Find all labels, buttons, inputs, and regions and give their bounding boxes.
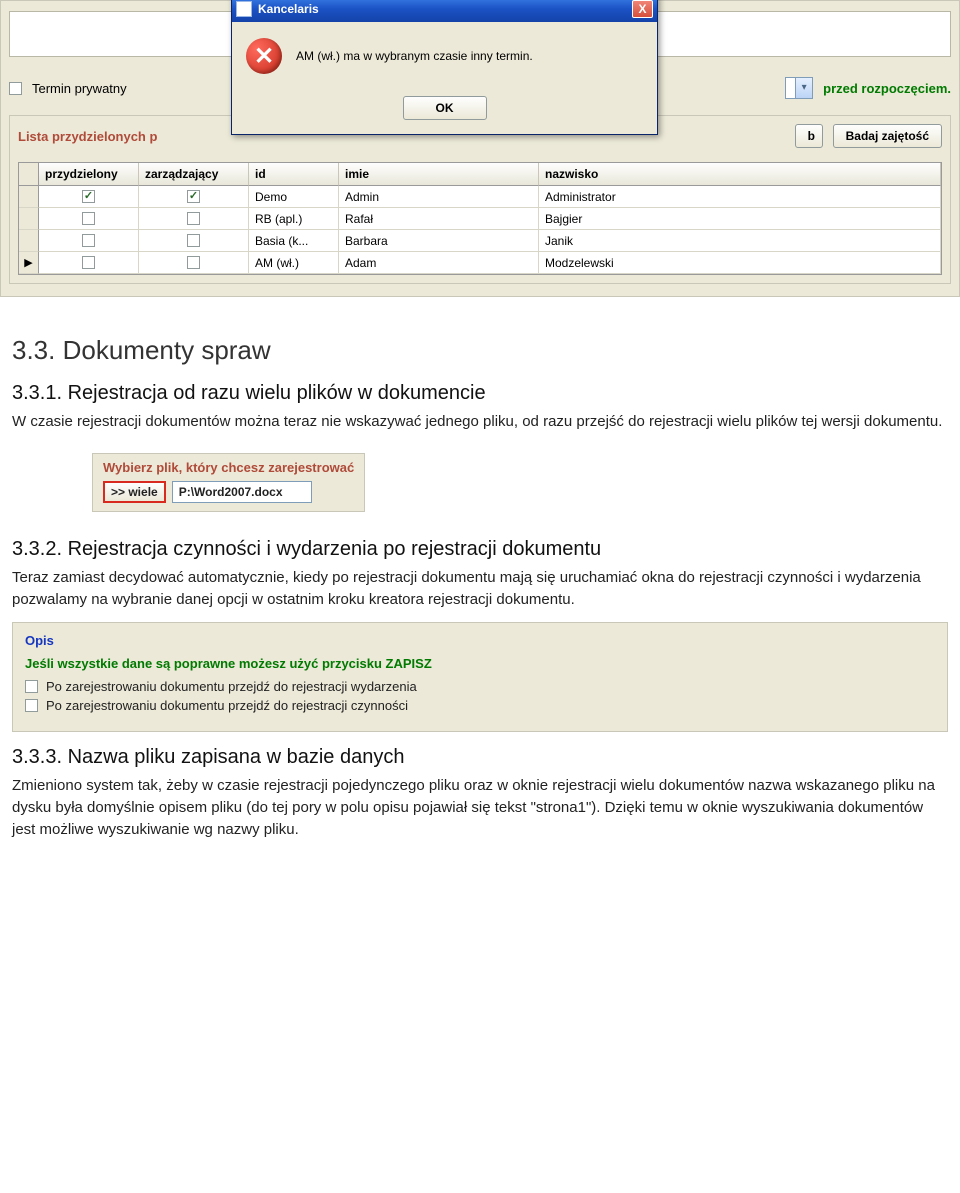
dialog-title: Kancelaris <box>258 2 626 16</box>
heading-3-3-1: 3.3.1. Rejestracja od razu wielu plików … <box>12 382 948 405</box>
przydzielony-checkbox[interactable] <box>82 190 95 203</box>
private-term-label: Termin prywatny <box>32 81 127 96</box>
cell-id: Basia (k... <box>249 230 339 252</box>
para-3-3-2: Teraz zamiast decydować automatycznie, k… <box>12 567 948 611</box>
cell-nazwisko: Bajgier <box>539 208 941 230</box>
check-busy-button[interactable]: Badaj zajętość <box>833 124 942 148</box>
chevron-down-icon: ▾ <box>795 78 812 98</box>
przydzielony-checkbox[interactable] <box>82 234 95 247</box>
after-register-event-checkbox[interactable] <box>25 680 38 693</box>
cell-id: RB (apl.) <box>249 208 339 230</box>
col-zarzadzajacy[interactable]: zarządzający <box>139 163 249 186</box>
app-icon <box>236 1 252 17</box>
para-3-3-3: Zmieniono system tak, żeby w czasie reje… <box>12 775 948 840</box>
cell-nazwisko: Janik <box>539 230 941 252</box>
cell-nazwisko: Administrator <box>539 186 941 208</box>
table-row[interactable]: Basia (k...BarbaraJanik <box>19 230 941 252</box>
col-nazwisko[interactable]: nazwisko <box>539 163 941 186</box>
assigned-list-panel: Lista przydzielonych p b Badaj zajętość … <box>9 115 951 284</box>
col-id[interactable]: id <box>249 163 339 186</box>
row-marker <box>19 208 39 230</box>
row-marker: ▶ <box>19 252 39 274</box>
cell-nazwisko: Modzelewski <box>539 252 941 274</box>
panel-title: Lista przydzielonych p <box>18 129 157 144</box>
reminder-combo[interactable]: ▾ <box>785 77 813 99</box>
error-icon: ✕ <box>246 38 282 74</box>
after-register-event-label: Po zarejestrowaniu dokumentu przejdź do … <box>46 679 417 694</box>
table-row[interactable]: DemoAdminAdministrator <box>19 186 941 208</box>
heading-3-3-2: 3.3.2. Rejestracja czynności i wydarzeni… <box>12 538 948 561</box>
close-icon[interactable]: X <box>632 0 653 18</box>
cell-imie: Rafał <box>339 208 539 230</box>
zarzadzajacy-checkbox[interactable] <box>187 256 200 269</box>
dialog-titlebar[interactable]: Kancelaris X <box>232 0 657 22</box>
przydzielony-checkbox[interactable] <box>82 212 95 225</box>
cell-id: Demo <box>249 186 339 208</box>
ok-button[interactable]: OK <box>403 96 487 120</box>
heading-3-3: 3.3. Dokumenty spraw <box>12 335 948 366</box>
private-term-checkbox[interactable] <box>9 82 22 95</box>
heading-3-3-3: 3.3.3. Nazwa pliku zapisana w bazie dany… <box>12 746 948 769</box>
error-dialog: Kancelaris X ✕ AM (wł.) ma w wybranym cz… <box>231 0 658 135</box>
cell-id: AM (wł.) <box>249 252 339 274</box>
cell-imie: Admin <box>339 186 539 208</box>
app-screenshot-pane: Termin prywatny ▾ przed rozpoczęciem. Li… <box>0 0 960 297</box>
para-3-3-1: W czasie rejestracji dokumentów można te… <box>12 411 948 433</box>
b-button[interactable]: b <box>795 124 823 148</box>
cell-imie: Barbara <box>339 230 539 252</box>
row-marker <box>19 186 39 208</box>
table-row[interactable]: ▶ AM (wł.)AdamModzelewski <box>19 252 941 274</box>
after-register-action-checkbox[interactable] <box>25 699 38 712</box>
opis-title: Opis <box>25 633 935 648</box>
col-imie[interactable]: imie <box>339 163 539 186</box>
opis-panel: Opis Jeśli wszystkie dane są poprawne mo… <box>12 622 948 732</box>
register-file-snippet: Wybierz plik, który chcesz zarejestrować… <box>92 453 365 512</box>
zapisz-hint: Jeśli wszystkie dane są poprawne możesz … <box>25 656 935 671</box>
zarzadzajacy-checkbox[interactable] <box>187 212 200 225</box>
assigned-grid: przydzielony zarządzający id imie nazwis… <box>18 162 942 275</box>
file-path-field[interactable]: P:\Word2007.docx <box>172 481 312 503</box>
przydzielony-checkbox[interactable] <box>82 256 95 269</box>
col-przydzielony[interactable]: przydzielony <box>39 163 139 186</box>
register-file-title: Wybierz plik, który chcesz zarejestrować <box>103 460 354 475</box>
zarzadzajacy-checkbox[interactable] <box>187 234 200 247</box>
many-files-button[interactable]: >> wiele <box>103 481 166 503</box>
after-register-action-label: Po zarejestrowaniu dokumentu przejdź do … <box>46 698 408 713</box>
row-marker <box>19 230 39 252</box>
document-body: 3.3. Dokumenty spraw 3.3.1. Rejestracja … <box>0 297 960 873</box>
cell-imie: Adam <box>339 252 539 274</box>
before-start-label: przed rozpoczęciem. <box>823 81 951 96</box>
dialog-message: AM (wł.) ma w wybranym czasie inny termi… <box>296 49 533 63</box>
zarzadzajacy-checkbox[interactable] <box>187 190 200 203</box>
grid-header: przydzielony zarządzający id imie nazwis… <box>19 163 941 186</box>
table-row[interactable]: RB (apl.)RafałBajgier <box>19 208 941 230</box>
